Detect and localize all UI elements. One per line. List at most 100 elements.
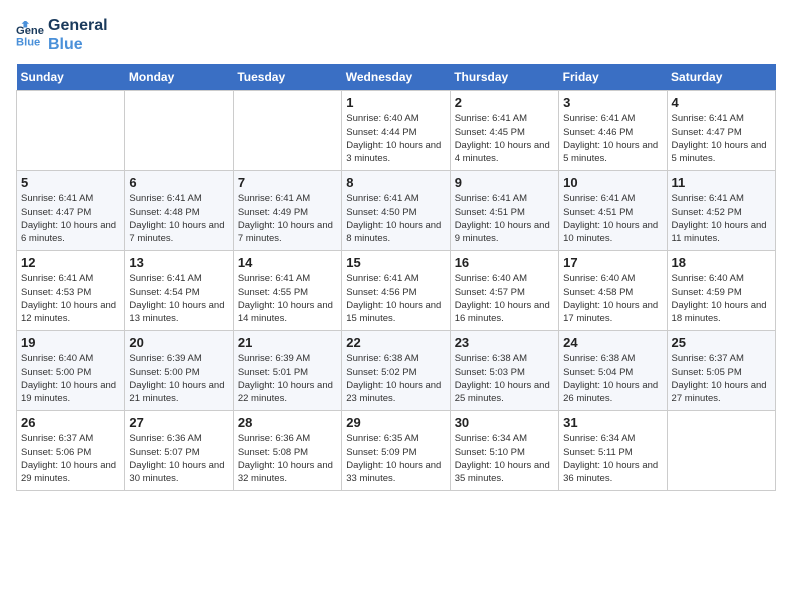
day-number: 14 (238, 255, 337, 270)
day-number: 5 (21, 175, 120, 190)
weekday-header-wednesday: Wednesday (342, 64, 450, 91)
calendar-cell: 27 Sunrise: 6:36 AM Sunset: 5:07 PM Dayli… (125, 411, 233, 491)
calendar-cell: 14 Sunrise: 6:41 AM Sunset: 4:55 PM Dayli… (233, 251, 341, 331)
calendar-cell: 11 Sunrise: 6:41 AM Sunset: 4:52 PM Dayli… (667, 171, 775, 251)
calendar-cell: 2 Sunrise: 6:41 AM Sunset: 4:45 PM Daylig… (450, 91, 558, 171)
day-number: 4 (672, 95, 771, 110)
calendar-table: SundayMondayTuesdayWednesdayThursdayFrid… (16, 64, 776, 491)
logo-icon: General Blue (16, 21, 44, 49)
calendar-cell: 13Sunrise: 6:41 AM Sunset: 4:54 PM Dayli… (125, 251, 233, 331)
day-info: Sunrise: 6:40 AM Sunset: 4:44 PM Dayligh… (346, 112, 445, 165)
day-number: 30 (455, 415, 554, 430)
calendar-week-row: 1Sunrise: 6:40 AM Sunset: 4:44 PM Daylig… (17, 91, 776, 171)
day-info: Sunrise: 6:40 AM Sunset: 5:00 PM Dayligh… (21, 352, 120, 405)
day-number: 12 (21, 255, 120, 270)
day-info: Sunrise: 6:40 AM Sunset: 4:57 PM Dayligh… (455, 272, 554, 325)
calendar-week-row: 5 Sunrise: 6:41 AM Sunset: 4:47 PM Daylig… (17, 171, 776, 251)
svg-text:General: General (16, 25, 44, 37)
day-info: Sunrise: 6:41 AM Sunset: 4:45 PM Dayligh… (455, 112, 554, 165)
day-number: 21 (238, 335, 337, 350)
calendar-cell: 16 Sunrise: 6:40 AM Sunset: 4:57 PM Dayli… (450, 251, 558, 331)
calendar-cell: 15Sunrise: 6:41 AM Sunset: 4:56 PM Dayli… (342, 251, 450, 331)
weekday-header-sunday: Sunday (17, 64, 125, 91)
day-info: Sunrise: 6:41 AM Sunset: 4:50 PM Dayligh… (346, 192, 445, 245)
calendar-cell (125, 91, 233, 171)
day-number: 29 (346, 415, 445, 430)
day-info: Sunrise: 6:38 AM Sunset: 5:04 PM Dayligh… (563, 352, 662, 405)
calendar-cell: 9 Sunrise: 6:41 AM Sunset: 4:51 PM Daylig… (450, 171, 558, 251)
calendar-cell (17, 91, 125, 171)
day-info: Sunrise: 6:41 AM Sunset: 4:46 PM Dayligh… (563, 112, 662, 165)
calendar-cell: 17Sunrise: 6:40 AM Sunset: 4:58 PM Dayli… (559, 251, 667, 331)
day-info: Sunrise: 6:40 AM Sunset: 4:58 PM Dayligh… (563, 272, 662, 325)
logo-general: General (48, 16, 108, 35)
calendar-cell: 12Sunrise: 6:41 AM Sunset: 4:53 PM Dayli… (17, 251, 125, 331)
calendar-cell: 20 Sunrise: 6:39 AM Sunset: 5:00 PM Dayli… (125, 331, 233, 411)
day-number: 9 (455, 175, 554, 190)
calendar-cell: 5 Sunrise: 6:41 AM Sunset: 4:47 PM Daylig… (17, 171, 125, 251)
day-number: 18 (672, 255, 771, 270)
weekday-header-monday: Monday (125, 64, 233, 91)
calendar-cell: 29 Sunrise: 6:35 AM Sunset: 5:09 PM Dayli… (342, 411, 450, 491)
day-info: Sunrise: 6:41 AM Sunset: 4:47 PM Dayligh… (672, 112, 771, 165)
calendar-cell: 6Sunrise: 6:41 AM Sunset: 4:48 PM Daylig… (125, 171, 233, 251)
day-number: 2 (455, 95, 554, 110)
day-info: Sunrise: 6:41 AM Sunset: 4:51 PM Dayligh… (563, 192, 662, 245)
logo: General Blue General Blue (16, 16, 108, 54)
weekday-header-saturday: Saturday (667, 64, 775, 91)
day-number: 22 (346, 335, 445, 350)
day-info: Sunrise: 6:36 AM Sunset: 5:08 PM Dayligh… (238, 432, 337, 485)
calendar-cell (233, 91, 341, 171)
day-info: Sunrise: 6:41 AM Sunset: 4:55 PM Dayligh… (238, 272, 337, 325)
day-number: 20 (129, 335, 228, 350)
day-number: 6 (129, 175, 228, 190)
calendar-cell: 31 Sunrise: 6:34 AM Sunset: 5:11 PM Dayli… (559, 411, 667, 491)
calendar-cell: 22 Sunrise: 6:38 AM Sunset: 5:02 PM Dayli… (342, 331, 450, 411)
day-info: Sunrise: 6:38 AM Sunset: 5:02 PM Dayligh… (346, 352, 445, 405)
day-info: Sunrise: 6:37 AM Sunset: 5:05 PM Dayligh… (672, 352, 771, 405)
day-info: Sunrise: 6:34 AM Sunset: 5:10 PM Dayligh… (455, 432, 554, 485)
day-number: 8 (346, 175, 445, 190)
calendar-cell: 3 Sunrise: 6:41 AM Sunset: 4:46 PM Daylig… (559, 91, 667, 171)
calendar-week-row: 12Sunrise: 6:41 AM Sunset: 4:53 PM Dayli… (17, 251, 776, 331)
day-number: 28 (238, 415, 337, 430)
page-header: General Blue General Blue (16, 16, 776, 54)
day-number: 16 (455, 255, 554, 270)
day-info: Sunrise: 6:40 AM Sunset: 4:59 PM Dayligh… (672, 272, 771, 325)
day-number: 23 (455, 335, 554, 350)
day-info: Sunrise: 6:34 AM Sunset: 5:11 PM Dayligh… (563, 432, 662, 485)
day-info: Sunrise: 6:41 AM Sunset: 4:56 PM Dayligh… (346, 272, 445, 325)
calendar-cell: 26Sunrise: 6:37 AM Sunset: 5:06 PM Dayli… (17, 411, 125, 491)
day-info: Sunrise: 6:38 AM Sunset: 5:03 PM Dayligh… (455, 352, 554, 405)
day-info: Sunrise: 6:41 AM Sunset: 4:51 PM Dayligh… (455, 192, 554, 245)
calendar-week-row: 19 Sunrise: 6:40 AM Sunset: 5:00 PM Dayli… (17, 331, 776, 411)
calendar-cell: 21 Sunrise: 6:39 AM Sunset: 5:01 PM Dayli… (233, 331, 341, 411)
day-number: 19 (21, 335, 120, 350)
day-number: 3 (563, 95, 662, 110)
day-info: Sunrise: 6:41 AM Sunset: 4:49 PM Dayligh… (238, 192, 337, 245)
calendar-cell: 1Sunrise: 6:40 AM Sunset: 4:44 PM Daylig… (342, 91, 450, 171)
day-info: Sunrise: 6:35 AM Sunset: 5:09 PM Dayligh… (346, 432, 445, 485)
calendar-cell: 18 Sunrise: 6:40 AM Sunset: 4:59 PM Dayli… (667, 251, 775, 331)
day-number: 10 (563, 175, 662, 190)
day-info: Sunrise: 6:39 AM Sunset: 5:01 PM Dayligh… (238, 352, 337, 405)
day-number: 11 (672, 175, 771, 190)
calendar-cell: 30 Sunrise: 6:34 AM Sunset: 5:10 PM Dayli… (450, 411, 558, 491)
weekday-header-row: SundayMondayTuesdayWednesdayThursdayFrid… (17, 64, 776, 91)
weekday-header-thursday: Thursday (450, 64, 558, 91)
calendar-cell: 7 Sunrise: 6:41 AM Sunset: 4:49 PM Daylig… (233, 171, 341, 251)
day-number: 25 (672, 335, 771, 350)
day-number: 31 (563, 415, 662, 430)
calendar-week-row: 26Sunrise: 6:37 AM Sunset: 5:06 PM Dayli… (17, 411, 776, 491)
day-number: 13 (129, 255, 228, 270)
day-info: Sunrise: 6:41 AM Sunset: 4:47 PM Dayligh… (21, 192, 120, 245)
day-info: Sunrise: 6:39 AM Sunset: 5:00 PM Dayligh… (129, 352, 228, 405)
calendar-cell: 8 Sunrise: 6:41 AM Sunset: 4:50 PM Daylig… (342, 171, 450, 251)
day-number: 27 (129, 415, 228, 430)
calendar-cell (667, 411, 775, 491)
calendar-cell: 10 Sunrise: 6:41 AM Sunset: 4:51 PM Dayli… (559, 171, 667, 251)
day-number: 7 (238, 175, 337, 190)
calendar-cell: 4 Sunrise: 6:41 AM Sunset: 4:47 PM Daylig… (667, 91, 775, 171)
day-info: Sunrise: 6:41 AM Sunset: 4:52 PM Dayligh… (672, 192, 771, 245)
day-info: Sunrise: 6:36 AM Sunset: 5:07 PM Dayligh… (129, 432, 228, 485)
